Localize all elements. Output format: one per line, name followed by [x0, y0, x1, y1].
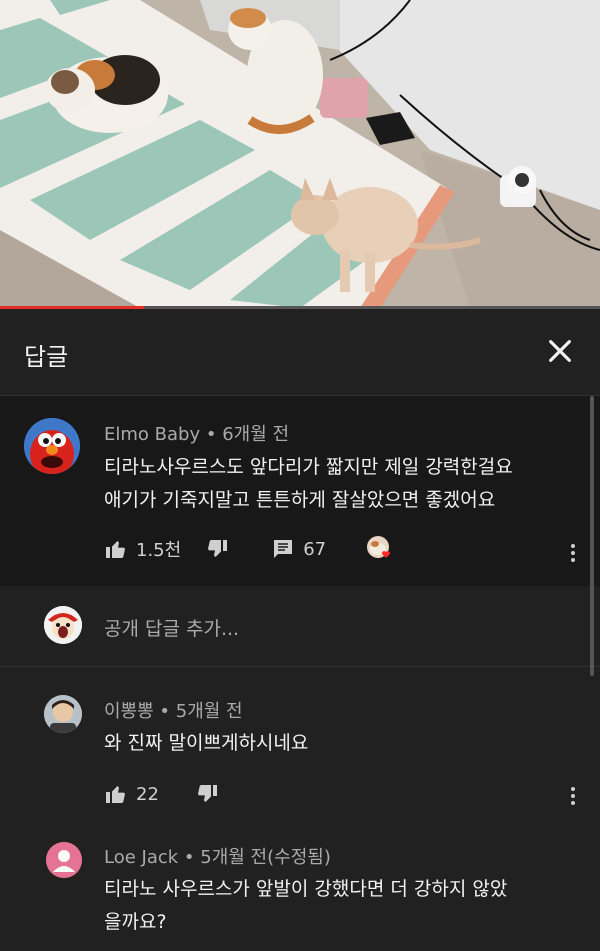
reply-text-line: 와 진짜 말이쁘게하시네요 — [104, 732, 309, 754]
meta-separator: • — [183, 847, 201, 868]
reply-avatar-image — [44, 695, 82, 733]
more-vert-icon — [571, 787, 575, 805]
default-user-icon — [46, 842, 82, 878]
reply-actions: 22 — [104, 779, 219, 809]
reply-text: 와 진짜 말이쁘게하시네요 — [104, 727, 308, 760]
reply-more-button[interactable] — [568, 784, 578, 808]
heart-icon — [367, 536, 391, 558]
comment-time: 6개월 전 — [222, 424, 290, 445]
close-icon — [549, 340, 571, 362]
video-player[interactable] — [0, 0, 600, 308]
replies-panel-header: 답글 — [0, 309, 600, 396]
reply-meta: Loe Jack • 5개월 전(수정됨) — [104, 843, 331, 869]
replies-list: 이뽕뽕 • 5개월 전 와 진짜 말이쁘게하시네요 22 Loe Jack • … — [0, 667, 600, 951]
like-button[interactable] — [104, 782, 128, 806]
reply-text-line: 티라노 사우르스가 앞발이 강했다면 더 강하지 않았 — [104, 878, 508, 900]
comment-actions: 1.5천 67 — [104, 534, 394, 564]
reply-time: 5개월 전 — [175, 701, 243, 722]
reply-input-row[interactable]: 공개 답글 추가... — [0, 586, 600, 667]
user-avatar — [44, 606, 82, 644]
main-comment: Elmo Baby • 6개월 전 티라노사우르스도 앞다리가 짧지만 제일 강… — [0, 396, 600, 584]
more-vert-icon — [571, 544, 575, 562]
thumbs-up-icon — [106, 786, 125, 803]
comment-icon — [274, 540, 293, 558]
avatar[interactable] — [46, 842, 82, 878]
close-button[interactable] — [544, 335, 576, 367]
reply-meta: 이뽕뽕 • 5개월 전 — [104, 697, 243, 723]
reply-text-line: 을까요? — [104, 911, 167, 933]
comment-text-line: 티라노사우르스도 앞다리가 짧지만 제일 강력한걸요 — [104, 456, 513, 478]
dislike-button[interactable] — [205, 537, 229, 561]
video-frame — [0, 0, 600, 308]
scrollbar[interactable] — [590, 396, 594, 676]
comment-text: 티라노사우르스도 앞다리가 짧지만 제일 강력한걸요 애기가 기죽지말고 튼튼하… — [104, 451, 513, 517]
reply-text: 티라노 사우르스가 앞발이 강했다면 더 강하지 않았 을까요? — [104, 873, 507, 939]
thumbs-down-icon — [197, 785, 217, 802]
comment-author[interactable]: Elmo Baby — [104, 424, 200, 445]
reply-author[interactable]: 이뽕뽕 — [104, 701, 154, 722]
like-count: 22 — [136, 783, 159, 805]
comment-more-button[interactable] — [568, 541, 578, 565]
avatar[interactable] — [44, 695, 82, 733]
meta-separator: • — [205, 424, 223, 445]
panel-title: 답글 — [24, 343, 69, 371]
thumbs-up-icon — [106, 541, 125, 558]
elmo-avatar-image — [24, 418, 80, 474]
like-button[interactable] — [104, 537, 128, 561]
meta-separator: • — [159, 701, 176, 722]
creator-heart-badge — [366, 535, 394, 563]
comment-meta: Elmo Baby • 6개월 전 — [104, 420, 289, 446]
avatar[interactable] — [24, 418, 80, 474]
user-avatar-image — [44, 606, 82, 644]
comment-text-line: 애기가 기죽지말고 튼튼하게 잘살았으면 좋겠어요 — [104, 489, 496, 511]
reply-input[interactable]: 공개 답글 추가... — [104, 614, 239, 641]
thumbs-down-icon — [208, 540, 228, 557]
reply-time: 5개월 전(수정됨) — [200, 847, 331, 868]
reply-count: 67 — [303, 538, 327, 560]
like-count: 1.5천 — [136, 540, 182, 561]
dislike-button[interactable] — [195, 782, 219, 806]
reply-count-button[interactable] — [271, 537, 295, 561]
reply-author[interactable]: Loe Jack — [104, 847, 178, 868]
